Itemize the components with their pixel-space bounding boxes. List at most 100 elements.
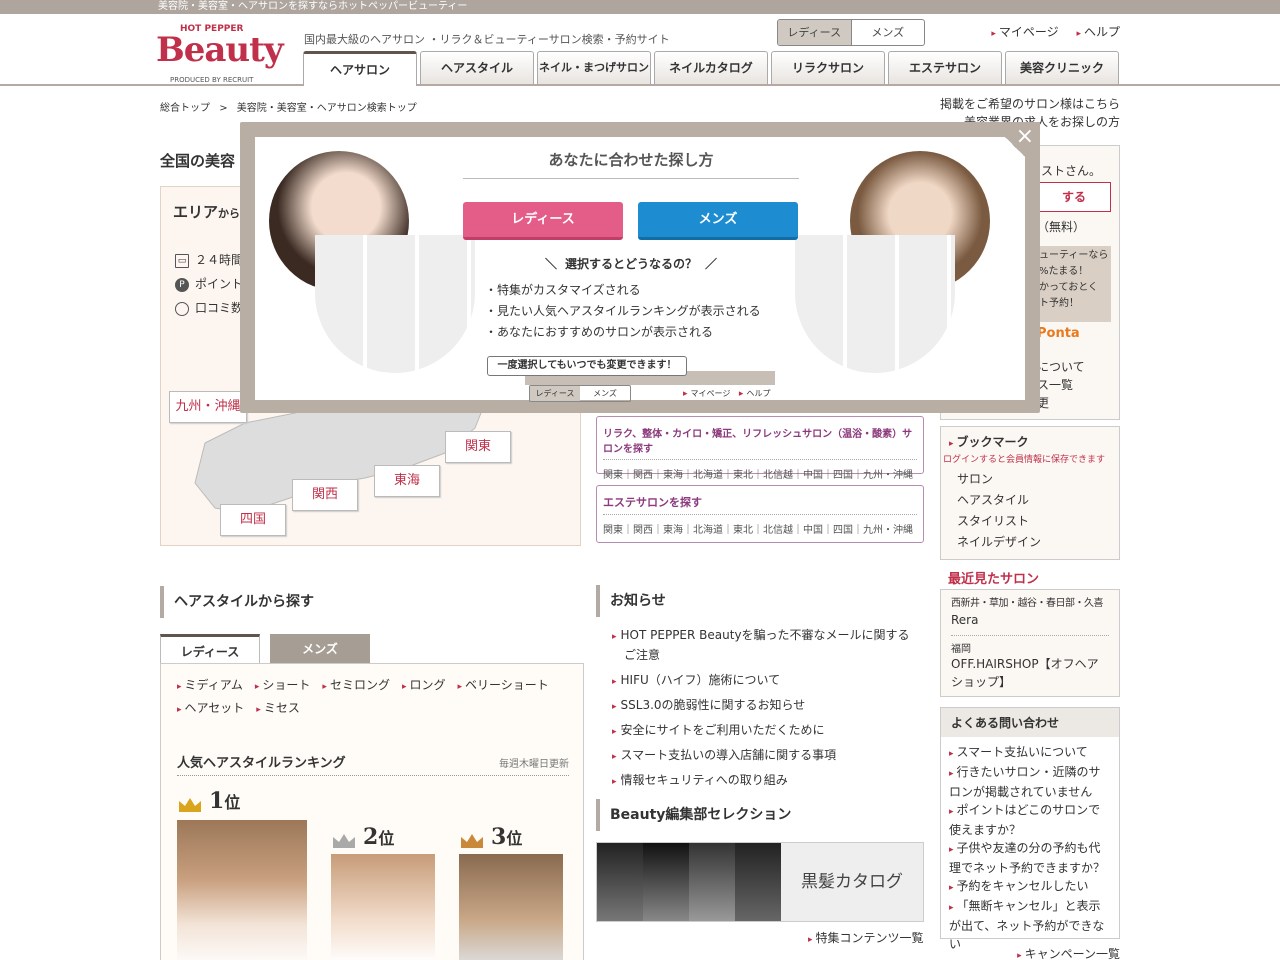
tab-nail-eyelash[interactable]: ネイル・まつげサロン <box>537 51 651 84</box>
bookmark-list: サロン ヘアスタイル スタイリスト ネイルデザイン <box>949 469 1111 553</box>
hairstyle-link-semilong[interactable]: セミロング <box>322 676 390 693</box>
news-item-5[interactable]: スマート支払いの導入店舗に関する事項 <box>612 744 912 769</box>
campaign-link[interactable]: キャンペーン一覧 <box>940 945 1120 960</box>
hairstyle-link-short[interactable]: ショート <box>255 676 310 693</box>
tab-clinic[interactable]: 美容クリニック <box>1005 51 1119 84</box>
recent-box: 西新井・草加・越谷・春日部・久喜 Rera 福岡 OFF.HAIRSHOP【オフ… <box>940 589 1120 697</box>
faq-item-5[interactable]: 予約をキャンセルしたい <box>949 877 1111 897</box>
bookmark-nail[interactable]: ネイルデザイン <box>957 532 1111 553</box>
tab-esthe[interactable]: エステサロン <box>888 51 1002 84</box>
region-kansai[interactable]: 関西 <box>292 479 358 511</box>
hotpepper-beauty-logo[interactable]: HOT PEPPER Beauty PRODUCED BY RECRUIT <box>156 22 286 92</box>
faq-item-3[interactable]: ポイントはどこのサロンで使えますか？ <box>949 801 1111 839</box>
breadcrumb-sep: > <box>219 103 228 114</box>
rank-3[interactable]: 3位 <box>459 824 563 960</box>
gold-crown-icon <box>179 797 201 812</box>
tagline: 国内最大級のヘアサロン ・リラク＆ビューティーサロン検索・予約サイト <box>304 33 670 46</box>
site-topbar: 美容院・美容室・ヘアサロンを探すならホットペッパービューティー <box>0 0 1280 14</box>
tab-hairstyle[interactable]: ヘアスタイル <box>420 51 534 84</box>
hairstyle-link-medium[interactable]: ミディアム <box>177 676 243 693</box>
hairstyle-tabs: レディース メンズ <box>160 634 380 665</box>
select-mens-button[interactable]: メンズ <box>638 202 798 240</box>
feature-list-link[interactable]: 特集コンテンツ一覧 <box>808 929 924 946</box>
modal-close-button[interactable]: × <box>990 122 1040 172</box>
main-nav: ヘアサロン ヘアスタイル ネイル・まつげサロン ネイルカタログ リラクサロン エ… <box>303 51 1122 86</box>
faq-item-4[interactable]: 子供や友達の分の予約も代理でネット予約できますか？ <box>949 839 1111 877</box>
hairstyle-tab-mens[interactable]: メンズ <box>270 634 370 664</box>
editorial-banner[interactable]: 黒髪カタログ <box>596 842 924 922</box>
bookmark-note: ログインすると会員情報に保存できます <box>943 455 1106 465</box>
gender-switch: レディース メンズ <box>777 19 925 46</box>
banner-photo-1 <box>597 843 643 921</box>
member-link-1[interactable]: について <box>1037 358 1085 376</box>
faq-item-1[interactable]: スマート支払いについて <box>949 743 1111 763</box>
news-item-3[interactable]: SSL3.0の脆弱性に関するお知らせ <box>612 694 912 719</box>
mypage-link[interactable]: マイページ <box>991 25 1058 39</box>
member-link-3[interactable]: 更 <box>1037 394 1085 412</box>
mini-mens: メンズ <box>593 389 617 398</box>
mini-gender-switch: レディース メンズ <box>529 385 631 402</box>
rank-2-photo[interactable] <box>331 854 435 960</box>
banner-photo-3 <box>689 843 735 921</box>
login-button[interactable]: する <box>1037 182 1111 212</box>
breadcrumb-current: 美容院・美容室・ヘアサロン検索トップ <box>236 103 417 114</box>
bookmark-stylist[interactable]: スタイリスト <box>957 511 1111 532</box>
region-tokai[interactable]: 東海 <box>374 465 440 497</box>
bookmark-title[interactable]: ブックマーク <box>949 433 1111 450</box>
rank-2-suffix: 位 <box>378 829 395 848</box>
promo-line-4: ト予約！ <box>1039 298 1079 309</box>
rank-2[interactable]: 2位 <box>331 824 435 960</box>
select-ladies-button[interactable]: レディース <box>463 202 623 240</box>
bookmark-box: ブックマーク ログインすると会員情報に保存できます サロン ヘアスタイル スタイ… <box>940 426 1120 560</box>
listing-link[interactable]: 掲載をご希望のサロン様はこちら <box>940 95 1120 113</box>
member-link-2[interactable]: ス一覧 <box>1037 376 1085 394</box>
news-item-6[interactable]: 情報セキュリティへの取り組み <box>612 769 912 794</box>
greeting: ストさん。 <box>1041 164 1102 178</box>
mini-links: マイページ ヘルプ <box>683 388 770 399</box>
rank-3-photo[interactable] <box>459 854 563 960</box>
header-links: マイページ ヘルプ <box>977 23 1120 40</box>
help-link[interactable]: ヘルプ <box>1076 25 1120 39</box>
tab-nail-catalog[interactable]: ネイルカタログ <box>654 51 768 84</box>
hairstyle-link-hairset[interactable]: ヘアセット <box>177 699 245 716</box>
hairstyle-link-long[interactable]: ロング <box>402 676 445 693</box>
recent-area-1: 西新井・草加・越谷・春日部・久喜 <box>951 598 1104 609</box>
news-item-1[interactable]: HOT PEPPER Beautyを騙った不審なメールに関するご注意 <box>612 626 912 664</box>
gender-mens-button[interactable]: メンズ <box>852 20 925 45</box>
relax-search-title[interactable]: リラク、整体・カイロ・矯正、リフレッシュサロン（温浴・酸素）サロンを探す <box>603 425 917 460</box>
benefit-1: ・特集がカスタマイズされる <box>485 283 641 297</box>
esthe-search-title[interactable]: エステサロンを探す <box>603 494 917 515</box>
region-kanto[interactable]: 関東 <box>445 431 511 463</box>
news-item-2[interactable]: HIFU（ハイフ）施術について <box>612 669 912 694</box>
relax-search-links[interactable]: 関東｜関西｜東海｜北海道｜東北｜北信越｜中国｜四国｜九州・沖縄 <box>603 466 917 481</box>
hairstyle-link-mrs[interactable]: ミセス <box>256 699 300 716</box>
news-item-4[interactable]: 安全にサイトをご利用いただくために <box>612 719 912 744</box>
register-free[interactable]: （無料） <box>1037 218 1085 235</box>
breadcrumb: 総合トップ > 美容院・美容室・ヘアサロン検索トップ <box>160 99 417 114</box>
tab-relax[interactable]: リラクサロン <box>771 51 885 84</box>
region-shikoku[interactable]: 四国 <box>220 504 286 536</box>
benefit-2: ・見たい人気ヘアスタイルランキングが表示される <box>485 304 761 318</box>
slash-left-icon: ＼ <box>545 257 558 271</box>
faq-item-2[interactable]: 行きたいサロン・近隣のサロンが掲載されていません <box>949 763 1111 801</box>
editorial-section-title: Beauty編集部セレクション <box>596 799 791 831</box>
esthe-search-links[interactable]: 関東｜関西｜東海｜北海道｜東北｜北信越｜中国｜四国｜九州・沖縄 <box>603 521 917 536</box>
banner-photo-4 <box>735 843 781 921</box>
recent-salon-1[interactable]: Rera <box>951 613 1109 636</box>
rank-1-photo[interactable] <box>177 820 307 960</box>
rank-1[interactable]: 1位 <box>177 788 307 960</box>
hairstyle-link-veryshort[interactable]: ベリーショート <box>458 676 549 693</box>
bookmark-salon[interactable]: サロン <box>957 469 1111 490</box>
bronze-crown-icon <box>461 833 483 848</box>
gender-ladies-button[interactable]: レディース <box>778 20 852 45</box>
banner-label: 黒髪カタログ <box>801 872 903 892</box>
region-kyushu-okinawa[interactable]: 九州・沖縄 <box>169 391 247 423</box>
tab-hair-salon[interactable]: ヘアサロン <box>303 51 417 86</box>
relax-search-box: リラク、整体・カイロ・矯正、リフレッシュサロン（温浴・酸素）サロンを探す 関東｜… <box>596 416 924 481</box>
breadcrumb-home[interactable]: 総合トップ <box>160 103 210 114</box>
esthe-search-box: エステサロンを探す 関東｜関西｜東海｜北海道｜東北｜北信越｜中国｜四国｜九州・沖… <box>596 485 924 543</box>
benefit-3: ・あなたにおすすめのサロンが表示される <box>485 325 714 339</box>
bookmark-hairstyle[interactable]: ヘアスタイル <box>957 490 1111 511</box>
hairstyle-tab-ladies[interactable]: レディース <box>160 634 260 665</box>
recent-salon-2[interactable]: OFF.HAIRSHOP【オフヘアショップ】 <box>951 655 1109 691</box>
